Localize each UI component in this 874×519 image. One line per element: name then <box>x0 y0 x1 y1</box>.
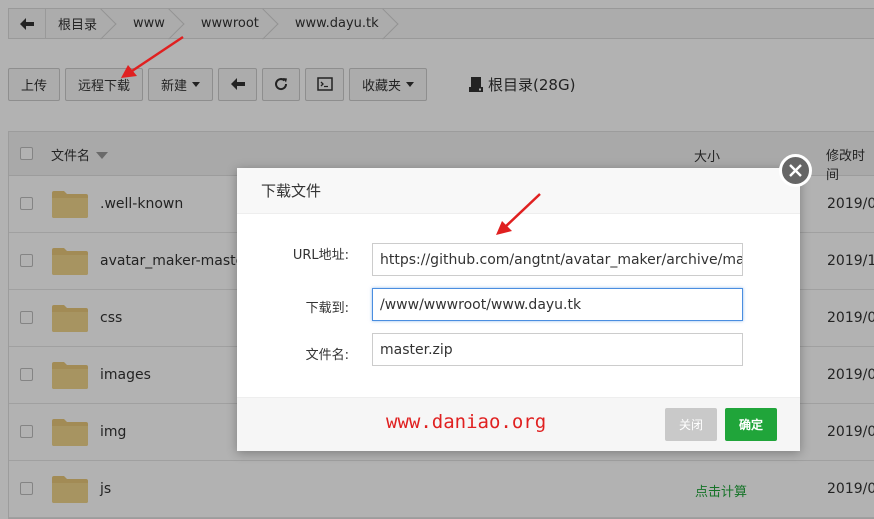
filename-label: 文件名: <box>305 348 349 363</box>
url-row: URL地址: <box>237 244 349 263</box>
annotation-arrow-icon <box>121 35 184 78</box>
filename-row: 文件名: <box>237 344 349 363</box>
dialog-close-icon[interactable] <box>779 154 812 187</box>
annotation-arrow-icon <box>496 193 541 235</box>
dialog-footer: www.daniao.org 关闭 确定 <box>237 397 800 451</box>
filename-input[interactable]: master.zip <box>372 333 743 366</box>
confirm-button[interactable]: 确定 <box>725 408 777 441</box>
url-input[interactable]: https://github.com/angtnt/avatar_maker/a… <box>372 243 743 276</box>
watermark-text: www.daniao.org <box>386 411 547 433</box>
close-button[interactable]: 关闭 <box>665 408 717 441</box>
url-label: URL地址: <box>292 248 349 263</box>
dest-row: 下载到: <box>237 297 349 316</box>
dest-label: 下载到: <box>305 301 349 316</box>
dest-input[interactable]: /www/wwwroot/www.dayu.tk <box>372 288 743 321</box>
